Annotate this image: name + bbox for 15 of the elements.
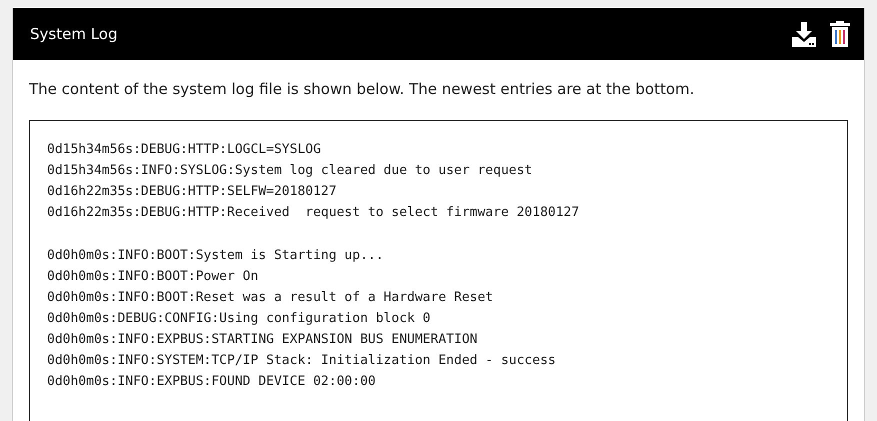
log-line: 0d0h0m0s:INFO:SYSTEM:TCP/IP Stack: Initialization Ended - success (47, 352, 556, 370)
log-line: 0d15h34m56s:INFO:SYSLOG:System log cleared due to user request (47, 162, 532, 180)
log-line: 0d0h0m0s:INFO:BOOT:Reset was a result of a Hardware Reset (47, 289, 494, 307)
log-line: 0d0h0m0s:INFO:BOOT:System is Starting up... (47, 247, 384, 265)
log-line: 0d16h22m35s:DEBUG:HTTP:Received request to select firmware 20180127 (47, 204, 580, 222)
description-text: The content of the system log file is shown below. The newest entries are at the bottom. (29, 79, 696, 100)
log-line: 0d0h0m0s:INFO:EXPBUS:STARTING EXPANSION BUS ENUMERATION (47, 331, 478, 349)
trash-icon[interactable] (830, 21, 850, 47)
log-line: 0d0h0m0s:INFO:EXPBUS:FOUND DEVICE 02:00:00 (47, 373, 376, 391)
log-line: 0d0h0m0s:DEBUG:CONFIG:Using configuration block 0 (47, 310, 431, 328)
log-line: 0d15h34m56s:DEBUG:HTTP:LOGCL=SYSLOG (47, 141, 321, 159)
log-line: 0d0h0m0s:INFO:BOOT:Power On (47, 268, 258, 286)
log-line: 0d16h22m35s:DEBUG:HTTP:SELFW=20180127 (47, 183, 337, 201)
panel-title: System Log (30, 24, 118, 45)
download-icon[interactable] (792, 22, 816, 46)
